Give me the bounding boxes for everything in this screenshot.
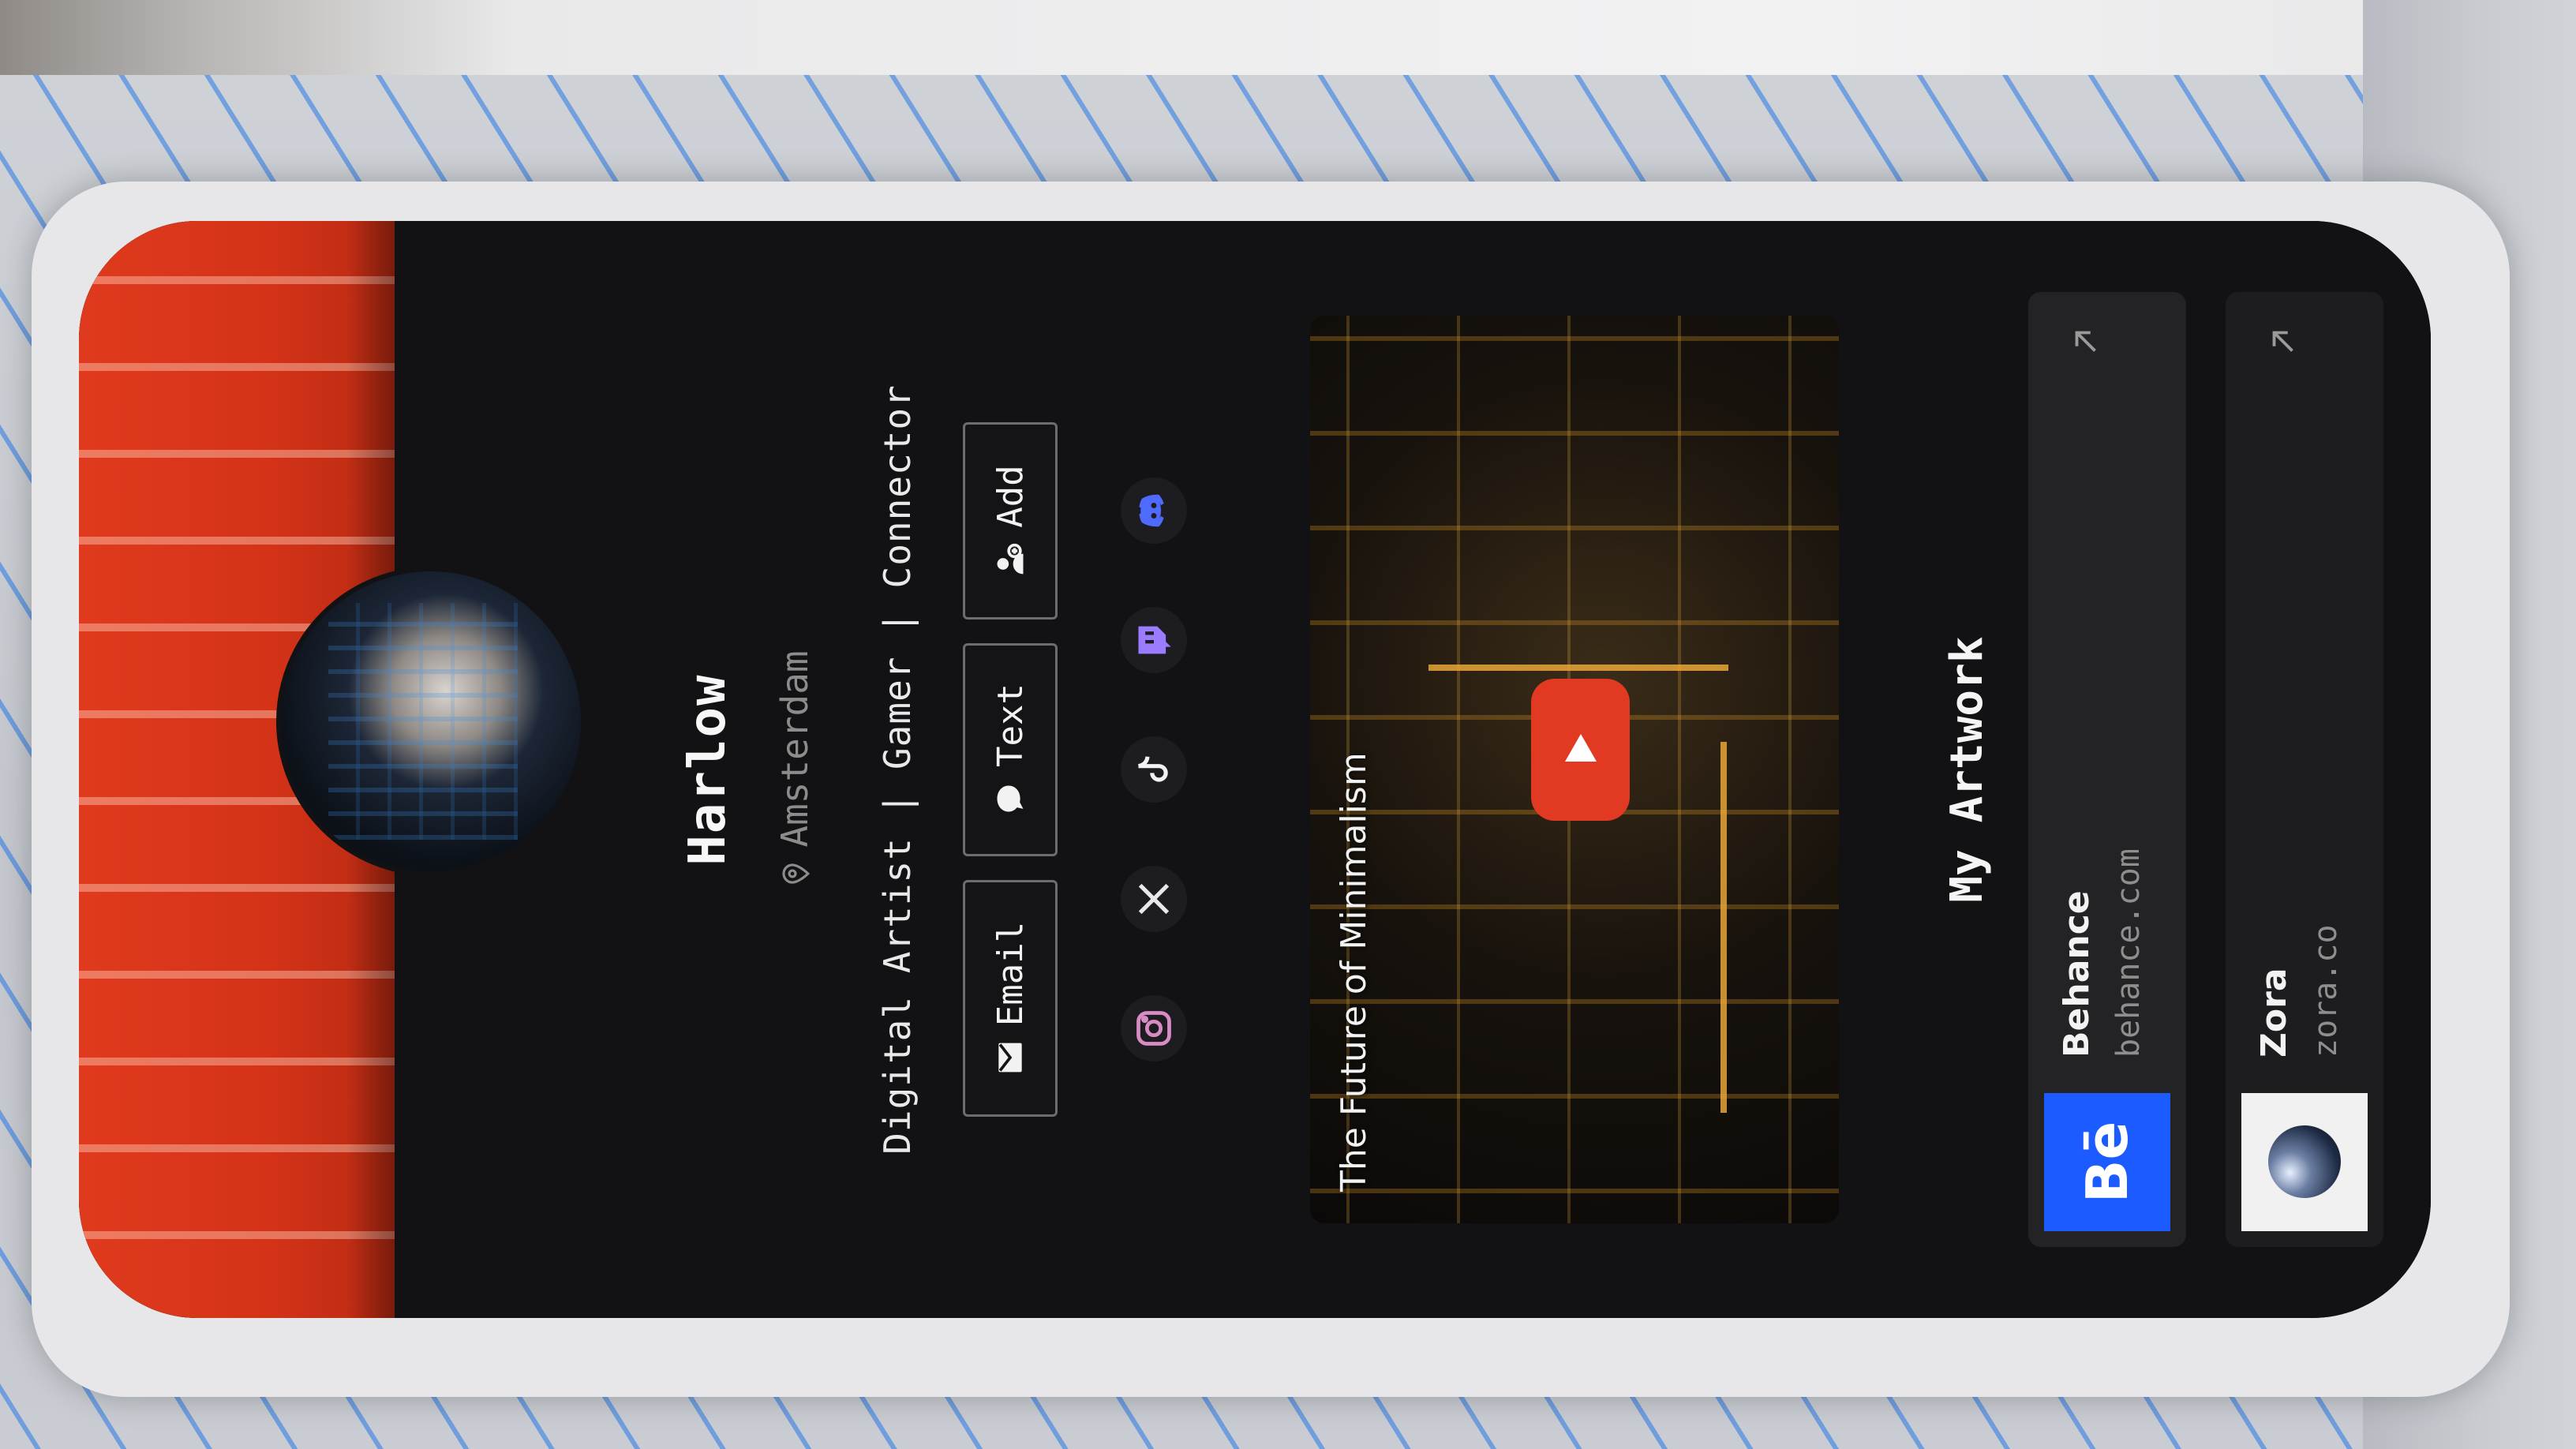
profile-location: Amsterdam [773,221,816,1318]
discord-link[interactable] [1121,477,1187,544]
add-contact-icon [997,543,1024,575]
x-link[interactable] [1121,866,1187,932]
tiktok-icon [1137,756,1168,782]
link-card-behance[interactable]: Bē Behance behance.com [2028,292,2186,1247]
zora-logo [2241,1093,2368,1231]
link-card-zora[interactable]: Zora zora.co [2226,292,2383,1247]
link-url: zora.co [2308,924,2344,1058]
behance-logo: Bē [2044,1093,2170,1231]
instagram-link[interactable] [1121,995,1187,1061]
add-button-label: Add [990,465,1031,528]
play-button[interactable] [1531,679,1630,821]
external-arrow-icon [2075,331,2096,352]
play-icon [1564,734,1597,762]
profile-page: Harlow Amsterdam Digital Artist | Gamer … [79,221,2431,1318]
text-button-label: Text [990,683,1031,767]
social-links [1121,221,1187,1318]
phone-screen: Harlow Amsterdam Digital Artist | Gamer … [79,221,2431,1318]
zora-orb-icon [2268,1125,2341,1199]
profile-bio: Digital Artist | Gamer | Connector [876,384,919,1155]
envelope-icon [998,1043,1022,1073]
location-text: Amsterdam [773,650,816,848]
profile-name: Harlow [679,673,737,866]
tiktok-link[interactable] [1121,736,1187,803]
location-pin-icon [782,863,811,884]
link-name: Behance [2057,890,2097,1058]
youtube-video-embed[interactable]: The Future of Minimalism [1310,316,1839,1223]
background-surface [0,0,2576,75]
instagram-icon [1136,1011,1171,1046]
x-icon [1138,883,1170,915]
chat-bubble-icon [997,785,1024,812]
contact-actions: Email Text Add [963,221,1058,1318]
text-button[interactable]: Text [963,643,1058,856]
add-contact-button[interactable]: Add [963,422,1058,620]
section-title: My Artwork [1941,636,1993,903]
video-title: The Future of Minimalism [1334,752,1374,1192]
link-url: behance.com [2110,848,2147,1058]
discord-icon [1139,494,1164,527]
twitch-icon [1138,626,1171,654]
link-name: Zora [2254,968,2294,1058]
avatar[interactable] [276,567,586,876]
external-arrow-icon [2272,331,2293,352]
email-button-label: Email [990,921,1031,1027]
twitch-link[interactable] [1121,607,1187,673]
email-button[interactable]: Email [963,880,1058,1117]
